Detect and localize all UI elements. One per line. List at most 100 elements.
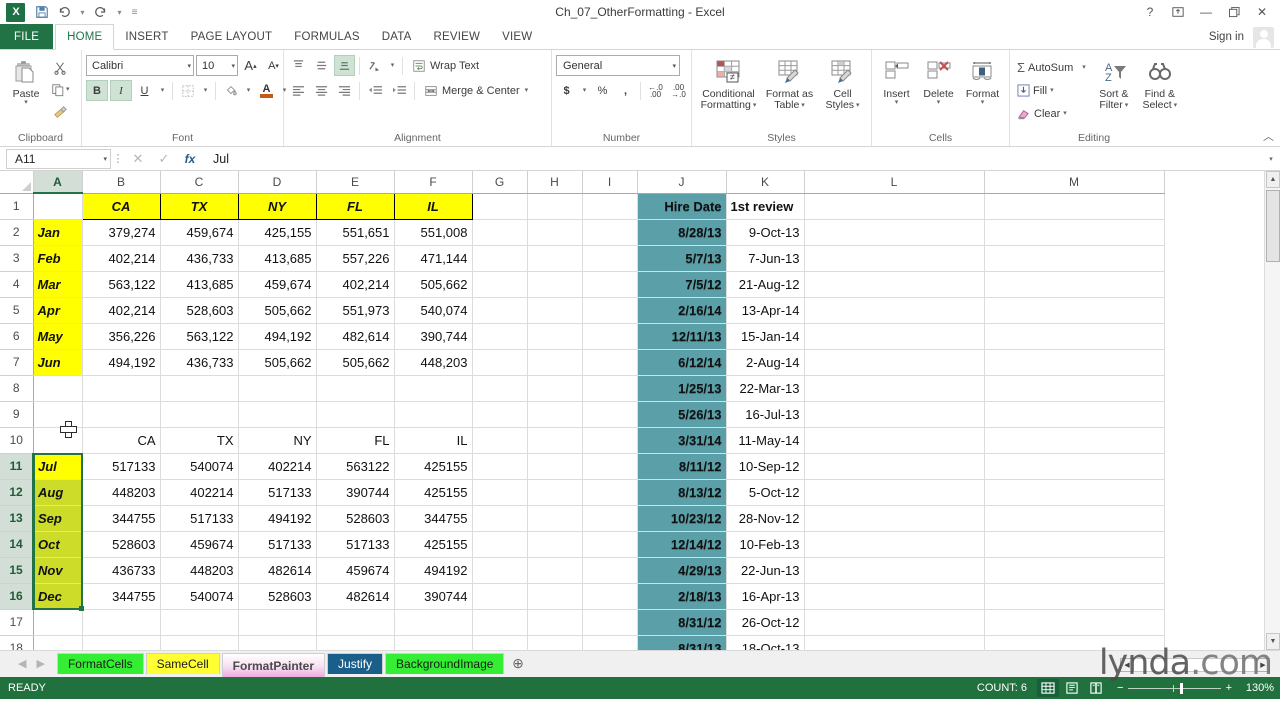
cell-e6[interactable]: 482,614 — [316, 323, 394, 349]
cell-m14[interactable] — [984, 531, 1164, 557]
number-format-select[interactable]: General ▾ — [556, 55, 680, 76]
grow-font-button[interactable]: A▴ — [240, 55, 261, 76]
number-format-dropdown-icon[interactable]: ▾ — [672, 62, 676, 70]
cell-j16[interactable]: 2/18/13 — [637, 583, 726, 609]
cell-h9[interactable] — [527, 401, 582, 427]
insert-cells-button[interactable]: Insert ▾ — [876, 55, 917, 105]
cell-c7[interactable]: 436,733 — [160, 349, 238, 375]
merge-and-center-button[interactable]: Merge & Center ▾ — [419, 80, 533, 101]
cell-k12[interactable]: 5-Oct-12 — [726, 479, 804, 505]
cell-d5[interactable]: 505,662 — [238, 297, 316, 323]
cell-d7[interactable]: 505,662 — [238, 349, 316, 375]
cell-j2[interactable]: 8/28/13 — [637, 219, 726, 245]
cell-k5[interactable]: 13-Apr-14 — [726, 297, 804, 323]
fill-dropdown-icon[interactable]: ▾ — [1050, 88, 1054, 93]
cell-i4[interactable] — [582, 271, 637, 297]
add-sheet-button[interactable]: ⊕ — [504, 650, 531, 677]
cell-a12[interactable]: Aug — [33, 479, 82, 505]
cell-h8[interactable] — [527, 375, 582, 401]
cell-f15[interactable]: 494192 — [394, 557, 472, 583]
cell-g2[interactable] — [472, 219, 527, 245]
row-header-4[interactable]: 4 — [0, 271, 33, 297]
cell-m2[interactable] — [984, 219, 1164, 245]
cell-g17[interactable] — [472, 609, 527, 635]
cell-c15[interactable]: 448203 — [160, 557, 238, 583]
cell-c12[interactable]: 402214 — [160, 479, 238, 505]
format-cells-button[interactable]: Format ▾ — [960, 55, 1005, 105]
cell-f9[interactable] — [394, 401, 472, 427]
cell-b12[interactable]: 448203 — [82, 479, 160, 505]
table-row[interactable]: 2 Jan 379,274 459,674 425,155 551,651 55… — [0, 219, 1164, 245]
sheet-tab-backgroundimage[interactable]: BackgroundImage — [385, 653, 504, 674]
cell-m17[interactable] — [984, 609, 1164, 635]
cell-l17[interactable] — [804, 609, 984, 635]
column-header-m[interactable]: M — [984, 171, 1164, 193]
row-header-3[interactable]: 3 — [0, 245, 33, 271]
cell-f4[interactable]: 505,662 — [394, 271, 472, 297]
cell-k8[interactable]: 22-Mar-13 — [726, 375, 804, 401]
cell-h1[interactable] — [527, 193, 582, 219]
tab-insert[interactable]: INSERT — [114, 24, 179, 49]
tab-page-layout[interactable]: PAGE LAYOUT — [180, 24, 284, 49]
cell-h13[interactable] — [527, 505, 582, 531]
cell-m12[interactable] — [984, 479, 1164, 505]
scroll-down-icon[interactable]: ▼ — [1266, 633, 1280, 650]
shrink-font-button[interactable]: A▾ — [263, 55, 284, 76]
scroll-up-icon[interactable]: ▲ — [1266, 171, 1280, 188]
tab-review[interactable]: REVIEW — [423, 24, 492, 49]
row-header-5[interactable]: 5 — [0, 297, 33, 323]
clear-button[interactable]: Clear ▾ — [1014, 103, 1089, 124]
cell-e3[interactable]: 557,226 — [316, 245, 394, 271]
column-header-a[interactable]: A — [33, 171, 82, 193]
cell-b14[interactable]: 528603 — [82, 531, 160, 557]
cell-m7[interactable] — [984, 349, 1164, 375]
cell-i11[interactable] — [582, 453, 637, 479]
previous-sheet-icon[interactable]: ◀ — [18, 657, 26, 670]
cell-d2[interactable]: 425,155 — [238, 219, 316, 245]
formula-input[interactable]: Jul — [209, 149, 1262, 169]
column-header-g[interactable]: G — [472, 171, 527, 193]
cell-m10[interactable] — [984, 427, 1164, 453]
cell-b7[interactable]: 494,192 — [82, 349, 160, 375]
column-header-j[interactable]: J — [637, 171, 726, 193]
enter-icon[interactable]: ✓ — [151, 149, 177, 169]
cell-b13[interactable]: 344755 — [82, 505, 160, 531]
underline-button[interactable]: U — [134, 80, 155, 101]
select-all-button[interactable] — [0, 171, 33, 193]
align-left-button[interactable] — [288, 80, 309, 101]
cell-b2[interactable]: 379,274 — [82, 219, 160, 245]
cell-g12[interactable] — [472, 479, 527, 505]
horizontal-scroll-track[interactable] — [1134, 658, 1256, 672]
cell-e15[interactable]: 459674 — [316, 557, 394, 583]
cell-g5[interactable] — [472, 297, 527, 323]
cell-e9[interactable] — [316, 401, 394, 427]
cancel-icon[interactable]: ✕ — [125, 149, 151, 169]
cell-h15[interactable] — [527, 557, 582, 583]
cell-d9[interactable] — [238, 401, 316, 427]
cell-a7[interactable]: Jun — [33, 349, 82, 375]
restore-icon[interactable] — [1220, 1, 1248, 23]
cell-m6[interactable] — [984, 323, 1164, 349]
cell-h14[interactable] — [527, 531, 582, 557]
horizontal-scrollbar[interactable]: ◀ ▶ — [1120, 657, 1270, 673]
align-right-button[interactable] — [334, 80, 355, 101]
cell-j1[interactable]: Hire Date — [637, 193, 726, 219]
cell-c9[interactable] — [160, 401, 238, 427]
cell-f16[interactable]: 390744 — [394, 583, 472, 609]
quick-access-toolbar[interactable]: X ▾ ▾ ≡ — [0, 2, 141, 22]
cell-e10[interactable]: FL — [316, 427, 394, 453]
cell-f10[interactable]: IL — [394, 427, 472, 453]
ribbon-display-options-icon[interactable] — [1164, 1, 1192, 23]
decrease-decimal-button[interactable]: ←.0.00 — [645, 80, 666, 101]
sheet-tab-formatpainter[interactable]: FormatPainter — [222, 653, 325, 677]
cell-h3[interactable] — [527, 245, 582, 271]
cell-i10[interactable] — [582, 427, 637, 453]
paste-dropdown-icon[interactable]: ▾ — [24, 100, 28, 105]
table-row[interactable]: 8 1/25/13 22-Mar-13 — [0, 375, 1164, 401]
cell-m15[interactable] — [984, 557, 1164, 583]
table-row[interactable]: 9 5/26/13 16-Jul-13 — [0, 401, 1164, 427]
cell-k7[interactable]: 2-Aug-14 — [726, 349, 804, 375]
sheet-tabs[interactable]: FormatCells SameCell FormatPainter Justi… — [57, 650, 505, 677]
cell-i17[interactable] — [582, 609, 637, 635]
align-middle-button[interactable] — [311, 55, 332, 76]
